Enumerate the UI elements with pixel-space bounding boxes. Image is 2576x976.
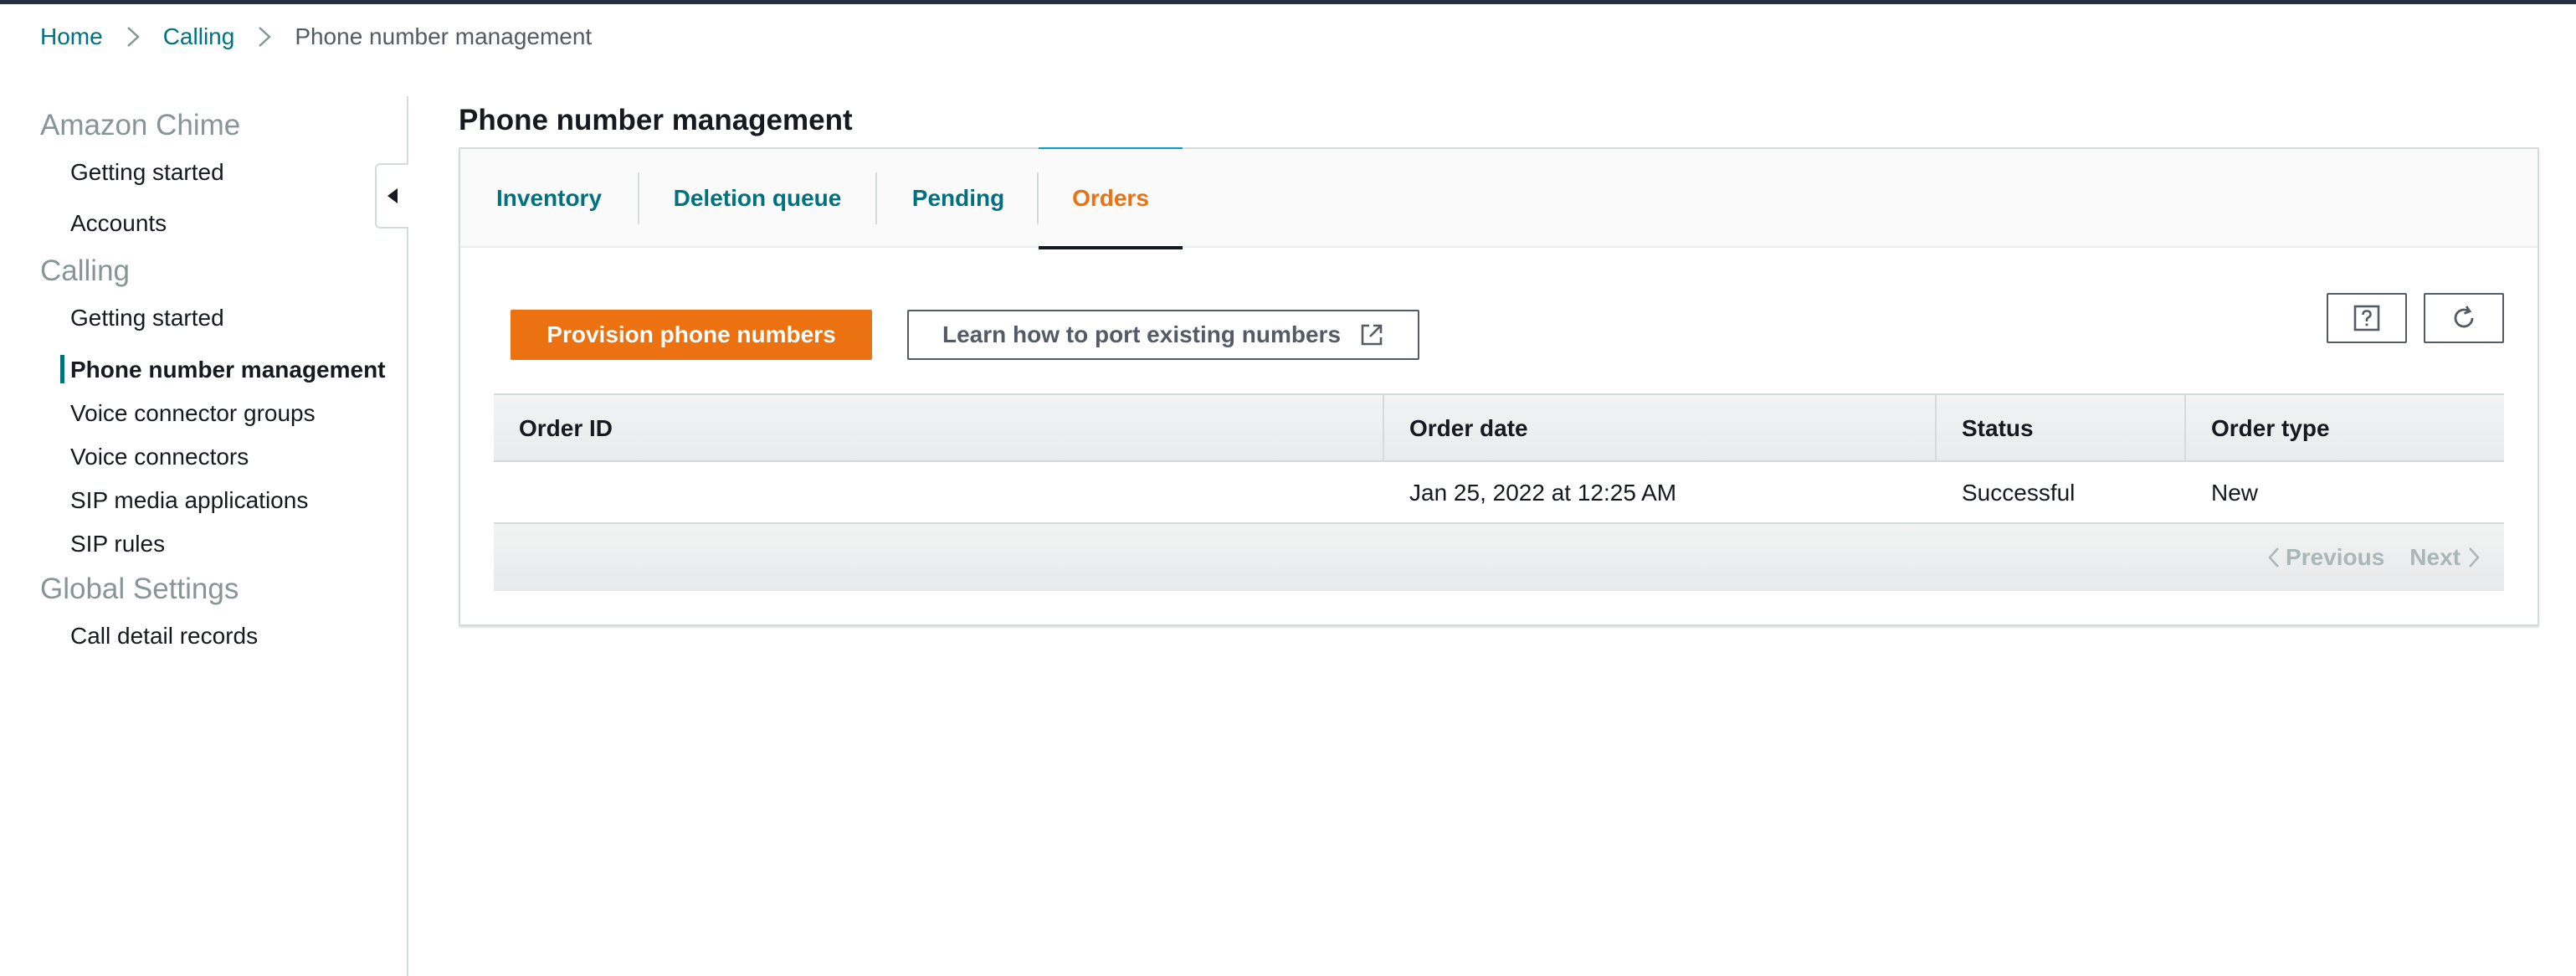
breadcrumb-current: Phone number management	[295, 23, 593, 49]
provision-phone-numbers-button[interactable]: Provision phone numbers	[511, 310, 872, 360]
cell-status: Successful	[1962, 480, 2076, 506]
sidebar-nav: Amazon Chime Getting started Accounts Ca…	[0, 96, 408, 976]
sidebar-item-call-detail-records[interactable]: Call detail records	[70, 624, 258, 648]
column-header-order-id[interactable]: Order ID	[494, 395, 613, 462]
sidebar-collapse-button[interactable]	[375, 163, 408, 229]
column-header-order-type[interactable]: Order type	[2186, 395, 2330, 462]
sidebar-item-sip-rules[interactable]: SIP rules	[70, 532, 165, 556]
sidebar-active-indicator	[60, 355, 64, 383]
sidebar-item-phone-number-management[interactable]: Phone number management	[70, 358, 386, 382]
sidebar-item-voice-connectors[interactable]: Voice connectors	[70, 445, 249, 469]
tab-pending[interactable]: Pending	[877, 149, 1039, 248]
chevron-right-icon	[234, 22, 295, 52]
sidebar-item-chime-getting-started[interactable]: Getting started	[70, 161, 224, 184]
tab-deletion-queue[interactable]: Deletion queue	[639, 149, 875, 248]
next-page-label: Next	[2409, 544, 2461, 570]
breadcrumb-calling-link[interactable]: Calling	[163, 23, 235, 50]
cell-order-id	[494, 462, 519, 524]
breadcrumb: Home Calling Phone number management	[40, 22, 592, 52]
sidebar-item-accounts[interactable]: Accounts	[70, 212, 167, 235]
caret-left-icon	[387, 188, 398, 203]
orders-table: Order ID Order date Status Order type Ja…	[494, 393, 2504, 591]
tab-orders[interactable]: Orders	[1039, 147, 1183, 249]
table-header: Order ID Order date Status Order type	[494, 393, 2504, 462]
sidebar-item-calling-getting-started[interactable]: Getting started	[70, 306, 224, 330]
external-link-icon	[1361, 324, 1383, 346]
refresh-icon	[2454, 306, 2474, 328]
previous-page-button[interactable]: Previous	[2267, 544, 2384, 571]
table-row[interactable]: Jan 25, 2022 at 12:25 AM Successful New	[494, 462, 2504, 524]
cell-order-date: Jan 25, 2022 at 12:25 AM	[1409, 480, 1677, 506]
refresh-button[interactable]	[2424, 293, 2504, 343]
chevron-right-icon	[2469, 547, 2480, 568]
learn-port-numbers-button[interactable]: Learn how to port existing numbers	[907, 310, 1419, 360]
column-header-order-date[interactable]: Order date	[1384, 395, 1528, 462]
help-icon	[2353, 305, 2380, 331]
sidebar-section-amazon-chime: Amazon Chime	[40, 109, 241, 141]
tab-bar: Inventory Deletion queue Pending Orders	[460, 147, 2538, 249]
page-title: Phone number management	[459, 104, 853, 136]
sidebar-section-global-settings: Global Settings	[40, 573, 239, 605]
next-page-button[interactable]: Next	[2409, 544, 2481, 571]
chevron-left-icon	[2268, 547, 2279, 568]
previous-page-label: Previous	[2286, 544, 2385, 570]
sidebar-section-calling: Calling	[40, 254, 130, 287]
top-border	[0, 0, 2576, 4]
breadcrumb-home-link[interactable]: Home	[40, 23, 103, 50]
cell-order-type: New	[2211, 480, 2259, 506]
tab-inventory[interactable]: Inventory	[460, 149, 638, 248]
column-header-status[interactable]: Status	[1937, 395, 2034, 462]
help-button[interactable]	[2327, 293, 2407, 343]
learn-port-numbers-label: Learn how to port existing numbers	[942, 321, 1342, 347]
sidebar-item-voice-connector-groups[interactable]: Voice connector groups	[70, 402, 316, 425]
phone-numbers-panel: Inventory Deletion queue Pending Orders …	[459, 147, 2539, 626]
table-pagination: Previous Next	[494, 524, 2504, 591]
chevron-right-icon	[103, 22, 163, 52]
sidebar-item-sip-media-applications[interactable]: SIP media applications	[70, 489, 308, 512]
